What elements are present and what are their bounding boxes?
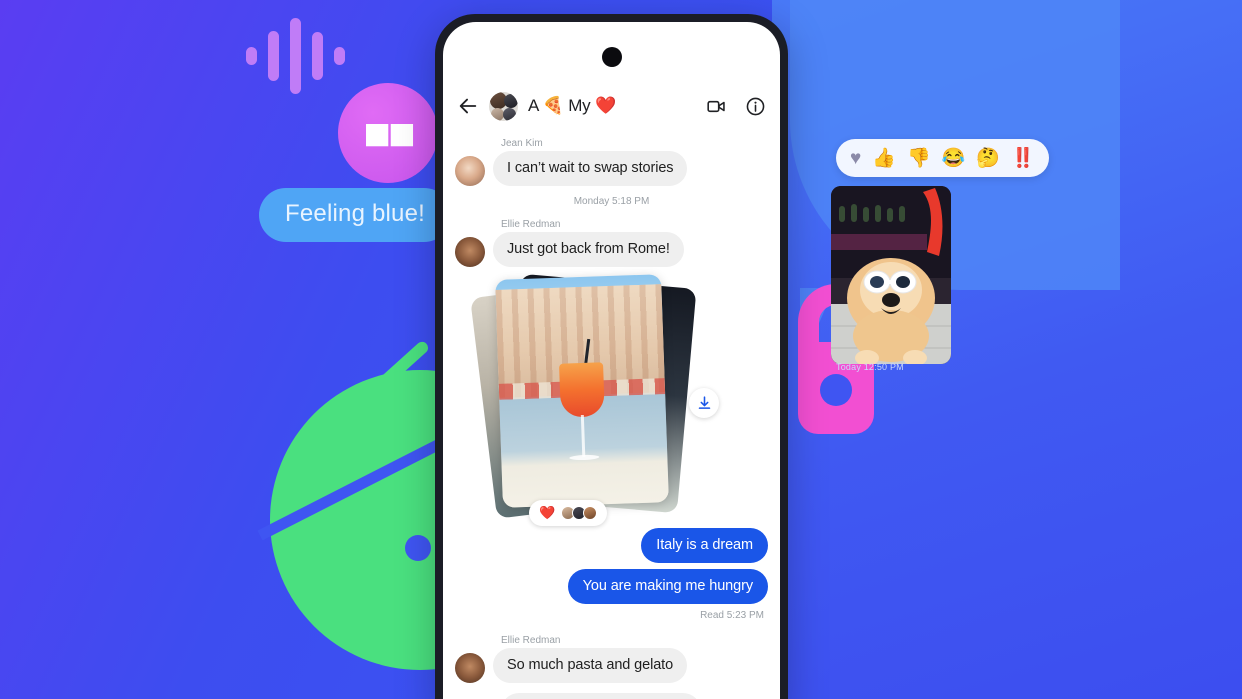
thinking-reaction[interactable]: 🤔 (976, 149, 1000, 168)
phone-screen: A 🍕 My ❤️ Jean Kim I can’t wait to swap … (443, 22, 780, 699)
photo-attachment-stack[interactable]: ❤️ (470, 273, 768, 526)
waveform-bar (290, 18, 301, 94)
download-icon[interactable] (689, 388, 719, 418)
avatar-piece (503, 107, 516, 121)
reactor-avatar (583, 506, 598, 520)
waveform-bar (246, 47, 257, 65)
sender-name: Ellie Redman (501, 635, 561, 646)
dog-photo-timestamp: Today 12:50 PM (836, 362, 904, 372)
heart-reaction[interactable]: ♥ (850, 149, 861, 168)
waveform-bar (268, 31, 279, 81)
chat-header: A 🍕 My ❤️ (443, 82, 780, 130)
info-icon[interactable] (745, 96, 766, 117)
photo-glass-foot (569, 454, 600, 461)
avatar[interactable] (455, 653, 485, 683)
sticker-pack-icon: ■■ (338, 83, 438, 183)
waveform-bar (312, 32, 323, 80)
sender-name: Jean Kim (501, 138, 543, 149)
reactor-avatars (561, 506, 598, 520)
chat-title[interactable]: A 🍕 My ❤️ (528, 96, 696, 116)
front-camera-punch-hole (601, 47, 622, 67)
message-row-incoming: I can’t wait to swap stories (455, 151, 768, 186)
photo-glass-bowl (559, 362, 605, 418)
message-row-incoming: Just got back from Rome! (455, 232, 768, 267)
dog-photo-image (831, 186, 951, 364)
phone-device-frame: A 🍕 My ❤️ Jean Kim I can’t wait to swap … (435, 14, 788, 699)
message-list[interactable]: Jean Kim I can’t wait to swap stories Mo… (443, 130, 780, 699)
dog-photo-card[interactable] (831, 186, 951, 364)
download-glyph (698, 395, 710, 409)
heart-reaction-icon: ❤️ (539, 505, 556, 520)
video-camera-icon[interactable] (706, 96, 727, 117)
lock-keyhole (820, 374, 852, 406)
avatar-piece (504, 93, 518, 108)
message-bubble[interactable]: You are making me hungry (567, 569, 768, 604)
thumbs-up-reaction[interactable]: 👍 (872, 149, 896, 168)
exclamation-reaction[interactable]: ‼️ (1011, 149, 1035, 168)
message-bubble[interactable]: So much pasta and gelato (493, 648, 688, 683)
message-bubble[interactable]: Italy is a dream (641, 528, 768, 563)
message-row-outgoing: You are making me hungry (455, 569, 768, 604)
message-reaction-picker[interactable]: ♥ 👍 👎 😂 🤔 ‼️ (836, 139, 1049, 177)
android-eye-left (405, 535, 431, 561)
avatar[interactable] (455, 156, 485, 186)
thumbs-down-reaction[interactable]: 👎 (907, 149, 931, 168)
feeling-blue-chip: Feeling blue! (259, 188, 452, 242)
photo-reaction-pill[interactable]: ❤️ (529, 500, 608, 526)
laughing-reaction[interactable]: 😂 (942, 149, 966, 168)
message-bubble[interactable]: I can’t wait to swap stories (493, 151, 688, 186)
photo-glass-stem (580, 414, 586, 458)
photo-spritz-glass (554, 338, 612, 479)
message-bubble[interactable]: Just got back from Rome! (493, 232, 684, 267)
conversation-timestamp: Monday 5:18 PM (573, 196, 650, 207)
group-avatar[interactable] (489, 91, 518, 121)
message-row-outgoing: Italy is a dream (455, 528, 768, 563)
header-actions (706, 96, 766, 117)
waveform-bar (334, 47, 345, 65)
photo-card-front[interactable] (495, 274, 669, 508)
next-message-bubble-partial[interactable] (501, 693, 701, 699)
message-row-incoming: So much pasta and gelato (455, 648, 768, 683)
back-arrow-icon[interactable] (457, 95, 479, 117)
audio-waveform-icon (246, 18, 345, 94)
sticker-glyph: ■■ (363, 107, 416, 159)
sender-name: Ellie Redman (501, 219, 561, 230)
avatar[interactable] (455, 237, 485, 267)
read-receipt: Read 5:23 PM (700, 610, 764, 621)
